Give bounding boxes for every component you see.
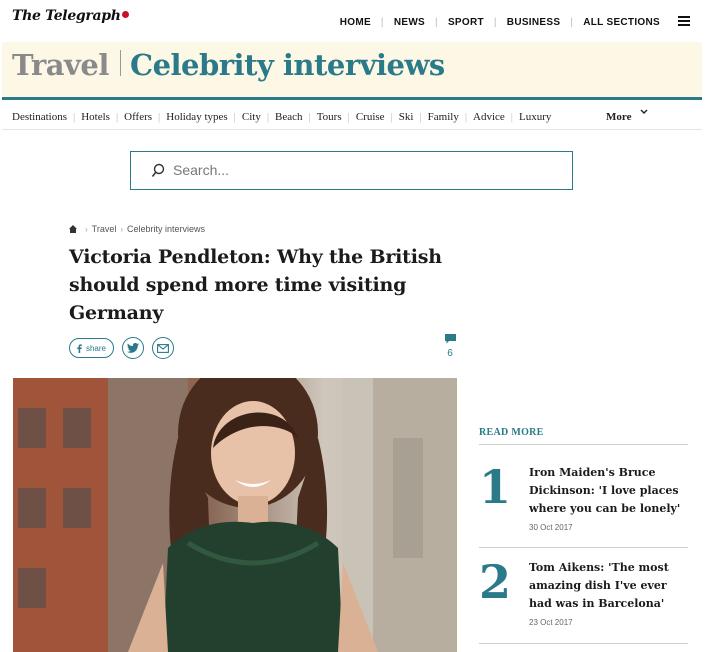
read-more-rank: 1 [479, 460, 512, 514]
breadcrumb-separator: › [85, 224, 88, 234]
chevron-down-icon[interactable] [640, 106, 648, 118]
breadcrumb-celebrity-interviews[interactable]: Celebrity interviews [127, 224, 205, 234]
section-banner-underline [2, 97, 702, 100]
top-nav: HOME | NEWS | SPORT | BUSINESS | ALL SECTION… [330, 17, 670, 28]
subnav-holiday-types[interactable]: Holiday types [160, 111, 233, 123]
read-more-date: 23 Oct 2017 [529, 618, 573, 627]
breadcrumb-travel[interactable]: Travel [92, 224, 117, 234]
nav-business[interactable]: BUSINESS [497, 17, 571, 28]
subnav-tours[interactable]: Tours [311, 111, 348, 123]
nav-sport[interactable]: SPORT [438, 17, 494, 28]
subnav-destinations[interactable]: Destinations [12, 111, 73, 123]
home-icon[interactable] [69, 225, 77, 233]
sub-nav: Destinations | Hotels | Offers | Holiday ty… [12, 111, 557, 123]
article-hero-image [13, 378, 457, 652]
share-label: share [85, 343, 106, 353]
subnav-hotels[interactable]: Hotels [75, 111, 116, 123]
read-more-rank: 2 [479, 555, 512, 609]
search-box[interactable]: Search... [130, 151, 573, 190]
section-divider [120, 50, 121, 76]
subnav-advice[interactable]: Advice [467, 111, 511, 123]
comment-count-button[interactable]: 6 [440, 334, 460, 359]
read-more-date: 30 Oct 2017 [529, 523, 573, 532]
nav-news[interactable]: NEWS [384, 17, 435, 28]
subnav-offers[interactable]: Offers [118, 111, 158, 123]
subnav-ski[interactable]: Ski [393, 111, 420, 123]
subnav-beach[interactable]: Beach [269, 111, 308, 123]
twitter-share-button[interactable] [122, 337, 144, 359]
subnav-family[interactable]: Family [422, 111, 465, 123]
logo-text: The Telegraph [12, 8, 121, 24]
breadcrumb: › Travel › Celebrity interviews [69, 224, 205, 234]
logo-dot [121, 11, 129, 18]
nav-all-sections[interactable]: ALL SECTIONS [573, 17, 670, 28]
comment-icon [444, 334, 456, 344]
top-bar: The Telegraph HOME | NEWS | SPORT | BUSINES… [0, 0, 716, 42]
twitter-icon [127, 343, 139, 353]
read-more-item[interactable]: 2 Tom Aikens: 'The most amazing dish I'v… [479, 559, 688, 639]
read-more-heading: READ MORE [479, 427, 544, 438]
read-more-item[interactable]: 1 Iron Maiden's Bruce Dickinson: 'I love… [479, 464, 688, 544]
section-subtitle[interactable]: Celebrity interviews [130, 48, 445, 82]
section-title[interactable]: Travel [12, 48, 109, 82]
menu-icon[interactable] [678, 16, 690, 26]
share-bar: share [69, 337, 174, 359]
breadcrumb-separator: › [120, 224, 124, 234]
nav-home[interactable]: HOME [330, 17, 381, 28]
hero-illustration [13, 378, 457, 652]
article-headline: Victoria Pendleton: Why the British shou… [69, 246, 442, 324]
subnav-more-button[interactable]: More [606, 111, 631, 123]
subnav-luxury[interactable]: Luxury [513, 111, 557, 123]
read-more-title[interactable]: Tom Aikens: 'The most amazing dish I've … [529, 559, 689, 613]
telegraph-logo[interactable]: The Telegraph [12, 8, 129, 24]
facebook-icon [77, 343, 82, 353]
subnav-cruise[interactable]: Cruise [350, 111, 391, 123]
subnav-city[interactable]: City [236, 111, 267, 123]
read-more-title[interactable]: Iron Maiden's Bruce Dickinson: 'I love p… [529, 464, 689, 518]
search-icon [151, 163, 165, 177]
email-icon [157, 343, 169, 353]
comment-count: 6 [447, 348, 453, 359]
read-more-separator [479, 643, 688, 644]
read-more-separator [479, 547, 688, 548]
search-input[interactable]: Search... [173, 162, 229, 178]
subnav-divider [2, 129, 702, 130]
email-share-button[interactable] [152, 337, 174, 359]
facebook-share-button[interactable]: share [69, 338, 114, 358]
read-more-divider [479, 444, 688, 445]
